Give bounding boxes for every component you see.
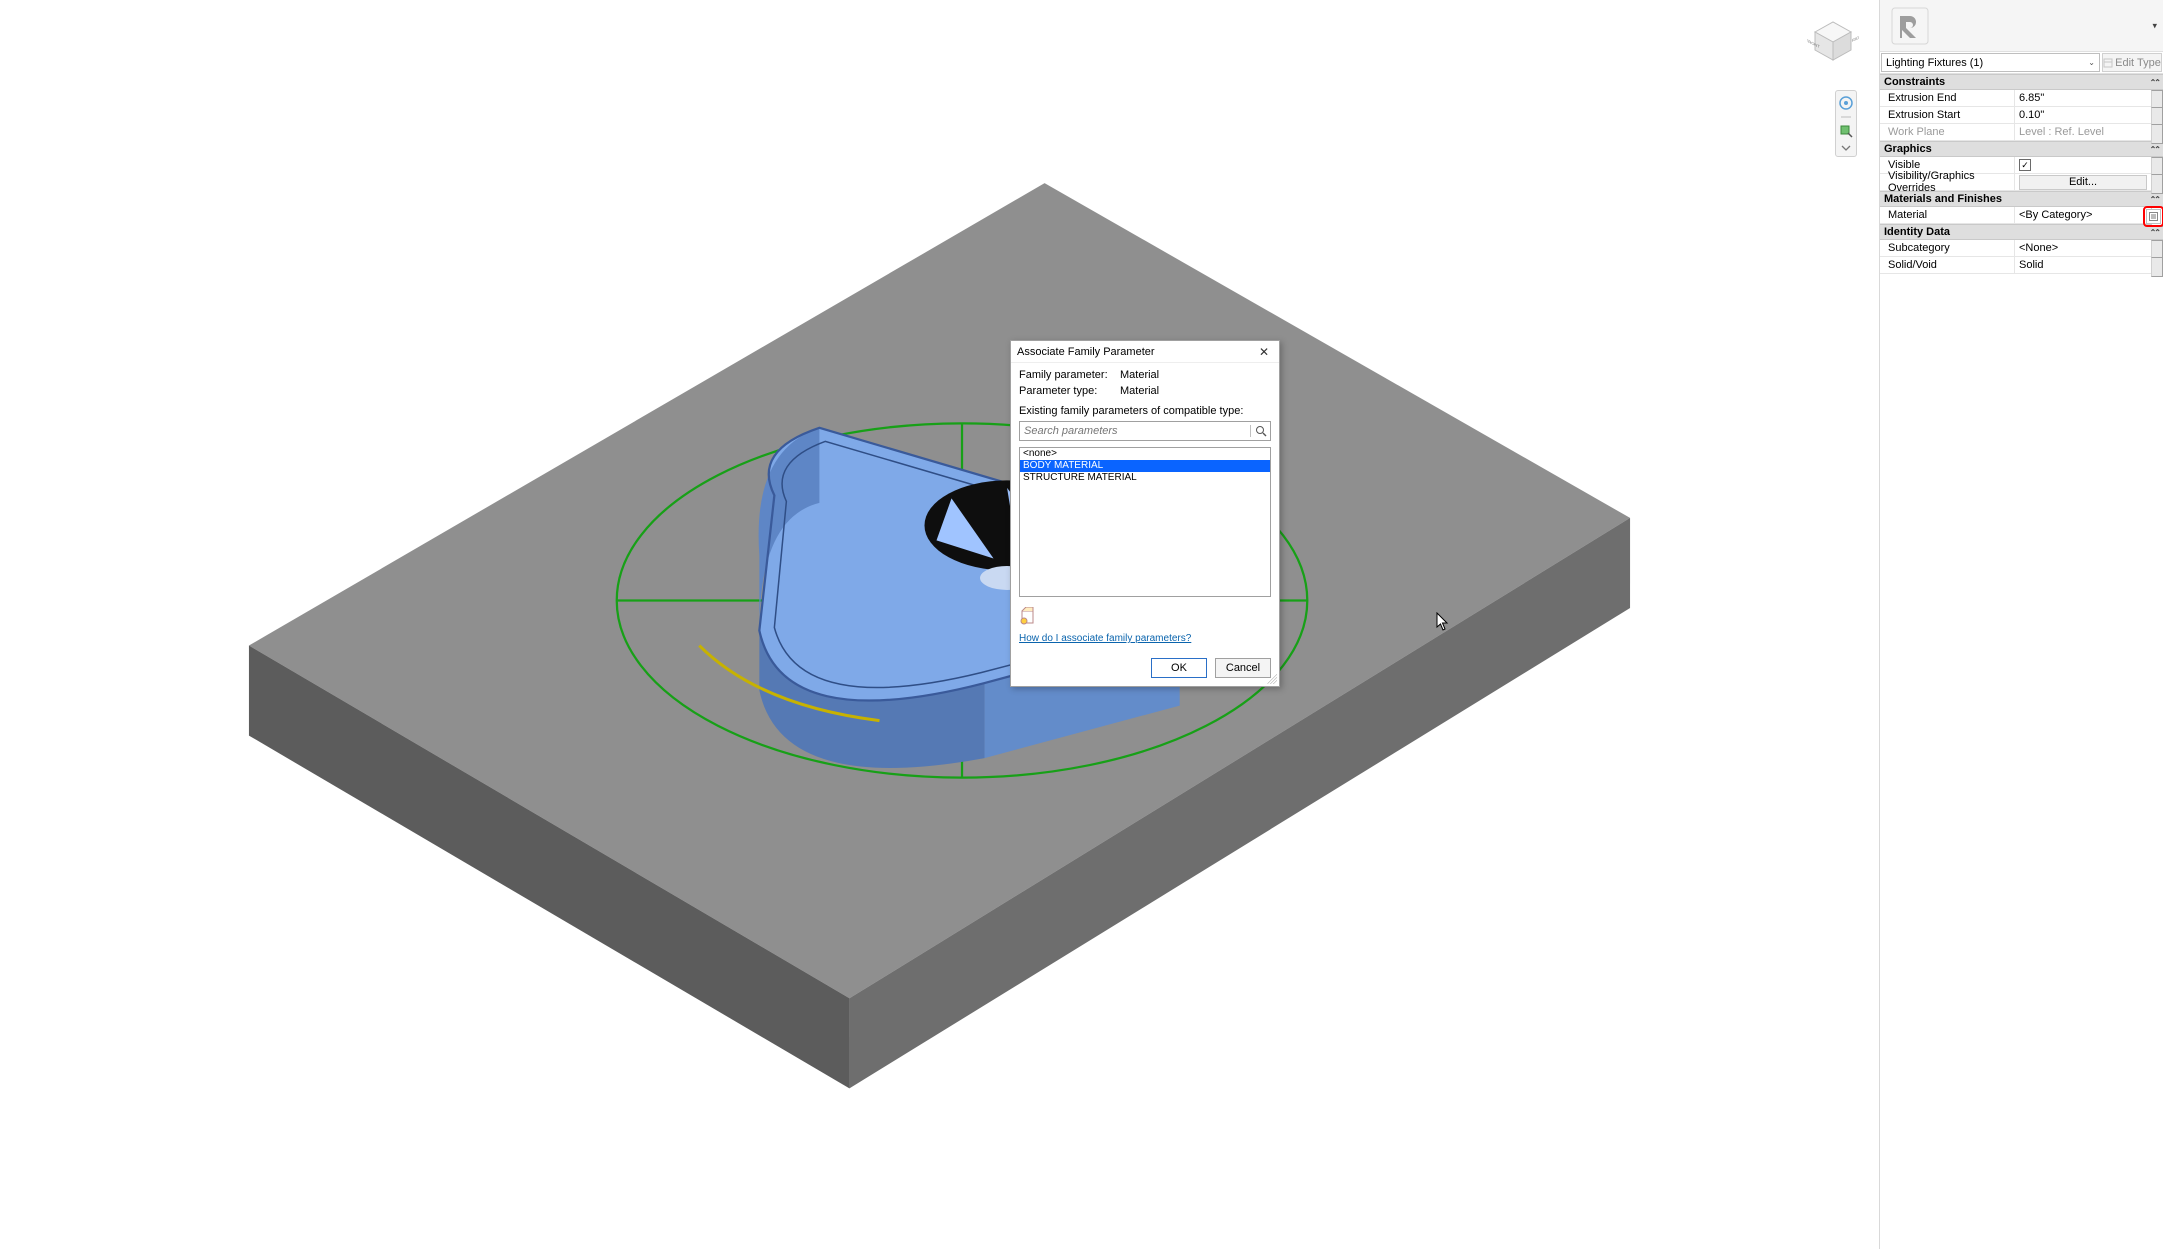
navigation-bar[interactable] — [1835, 90, 1857, 157]
prop-value[interactable]: <By Category> — [2015, 207, 2151, 223]
prop-value[interactable]: 6.85" — [2015, 90, 2151, 106]
collapse-icon: ⌃⌃ — [2150, 78, 2159, 87]
section-identity[interactable]: Identity Data ⌃⌃ — [1880, 224, 2163, 240]
help-link[interactable]: How do I associate family parameters? — [1019, 633, 1271, 644]
collapse-icon: ⌃⌃ — [2150, 195, 2159, 204]
section-graphics[interactable]: Graphics ⌃⌃ — [1880, 141, 2163, 157]
svg-text:RIGHT: RIGHT — [1852, 32, 1859, 43]
associate-slot — [2151, 124, 2163, 144]
parameter-type-label: Parameter type: — [1019, 385, 1114, 397]
new-parameter-button[interactable] — [1019, 607, 1037, 625]
search-parameters-input[interactable] — [1020, 425, 1250, 437]
family-parameter-value: Material — [1120, 369, 1159, 381]
prop-value[interactable]: <None> — [2015, 240, 2151, 256]
prop-name: Extrusion End — [1880, 90, 2015, 106]
model-canvas — [0, 0, 1879, 1249]
prop-visibility-overrides[interactable]: Visibility/Graphics Overrides Edit... — [1880, 174, 2163, 191]
prop-value: Level : Ref. Level — [2015, 124, 2151, 140]
prop-solid-void[interactable]: Solid/Void Solid — [1880, 257, 2163, 274]
parameter-list-item[interactable]: BODY MATERIAL — [1020, 460, 1270, 472]
associate-family-parameter-dialog: Associate Family Parameter ✕ Family para… — [1010, 340, 1280, 687]
prop-name: Solid/Void — [1880, 257, 2015, 273]
associate-param-cell — [2151, 207, 2163, 227]
section-title: Identity Data — [1884, 226, 1950, 238]
cancel-button[interactable]: Cancel — [1215, 658, 1271, 678]
prop-name: Subcategory — [1880, 240, 2015, 256]
dialog-title: Associate Family Parameter — [1017, 346, 1255, 358]
viewcube[interactable]: FRONT RIGHT — [1807, 12, 1859, 64]
nav-expand-icon[interactable] — [1837, 143, 1855, 153]
parameter-list-item[interactable]: STRUCTURE MATERIAL — [1020, 472, 1270, 484]
prop-work-plane: Work Plane Level : Ref. Level — [1880, 124, 2163, 141]
properties-header: ▾ — [1880, 0, 2163, 52]
collapse-icon: ⌃⌃ — [2150, 228, 2159, 237]
family-parameter-label: Family parameter: — [1019, 369, 1114, 381]
close-icon[interactable]: ✕ — [1255, 343, 1273, 361]
viewport-3d[interactable]: FRONT RIGHT — [0, 0, 1879, 1249]
nav-separator — [1837, 115, 1855, 119]
resize-grip-icon[interactable] — [1267, 674, 1277, 684]
edit-button[interactable]: Edit... — [2019, 175, 2147, 190]
type-selector[interactable]: Lighting Fixtures (1) ⌄ — [1881, 53, 2100, 72]
type-selector-label: Lighting Fixtures (1) — [1886, 57, 1983, 69]
ok-button[interactable]: OK — [1151, 658, 1207, 678]
parameter-list-item[interactable]: <none> — [1020, 448, 1270, 460]
prop-material[interactable]: Material <By Category> — [1880, 207, 2163, 224]
section-title: Materials and Finishes — [1884, 193, 2002, 205]
section-title: Graphics — [1884, 143, 1932, 155]
section-title: Constraints — [1884, 76, 1945, 88]
prop-name: Work Plane — [1880, 124, 2015, 140]
properties-panel: ▾ Lighting Fixtures (1) ⌄ Edit Type Cons… — [1879, 0, 2163, 1249]
section-materials[interactable]: Materials and Finishes ⌃⌃ — [1880, 191, 2163, 207]
associate-slot[interactable] — [2151, 174, 2163, 194]
checkbox-checked-icon[interactable]: ✓ — [2019, 159, 2031, 171]
prop-value: Edit... — [2015, 174, 2151, 190]
associate-parameter-button[interactable] — [2146, 209, 2161, 224]
search-icon[interactable] — [1250, 425, 1270, 437]
prop-value[interactable]: Solid — [2015, 257, 2151, 273]
edit-type-button: Edit Type — [2102, 53, 2162, 72]
parameter-list[interactable]: <none>BODY MATERIALSTRUCTURE MATERIAL — [1019, 447, 1271, 597]
properties-body: Constraints ⌃⌃ Extrusion End 6.85" Extru… — [1880, 74, 2163, 1249]
edit-type-label: Edit Type — [2115, 57, 2161, 69]
prop-value[interactable]: 0.10" — [2015, 107, 2151, 123]
zoom-region-icon[interactable] — [1837, 122, 1855, 140]
prop-name: Visibility/Graphics Overrides — [1880, 174, 2015, 190]
edit-type-icon — [2103, 58, 2113, 68]
prop-extrusion-start[interactable]: Extrusion Start 0.10" — [1880, 107, 2163, 124]
properties-type-dropdown-icon[interactable]: ▾ — [2152, 20, 2157, 31]
chevron-down-icon: ⌄ — [2088, 58, 2095, 67]
prop-extrusion-end[interactable]: Extrusion End 6.85" — [1880, 90, 2163, 107]
prop-name: Material — [1880, 207, 2015, 223]
existing-parameters-label: Existing family parameters of compatible… — [1019, 405, 1271, 417]
revit-logo-icon — [1886, 2, 1934, 50]
dialog-titlebar[interactable]: Associate Family Parameter ✕ — [1011, 341, 1279, 363]
parameter-type-value: Material — [1120, 385, 1159, 397]
prop-subcategory[interactable]: Subcategory <None> — [1880, 240, 2163, 257]
search-parameters-input-wrap — [1019, 421, 1271, 441]
associate-slot[interactable] — [2151, 257, 2163, 277]
prop-name: Extrusion Start — [1880, 107, 2015, 123]
collapse-icon: ⌃⌃ — [2150, 145, 2159, 154]
prop-value[interactable]: ✓ — [2015, 157, 2151, 173]
section-constraints[interactable]: Constraints ⌃⌃ — [1880, 74, 2163, 90]
